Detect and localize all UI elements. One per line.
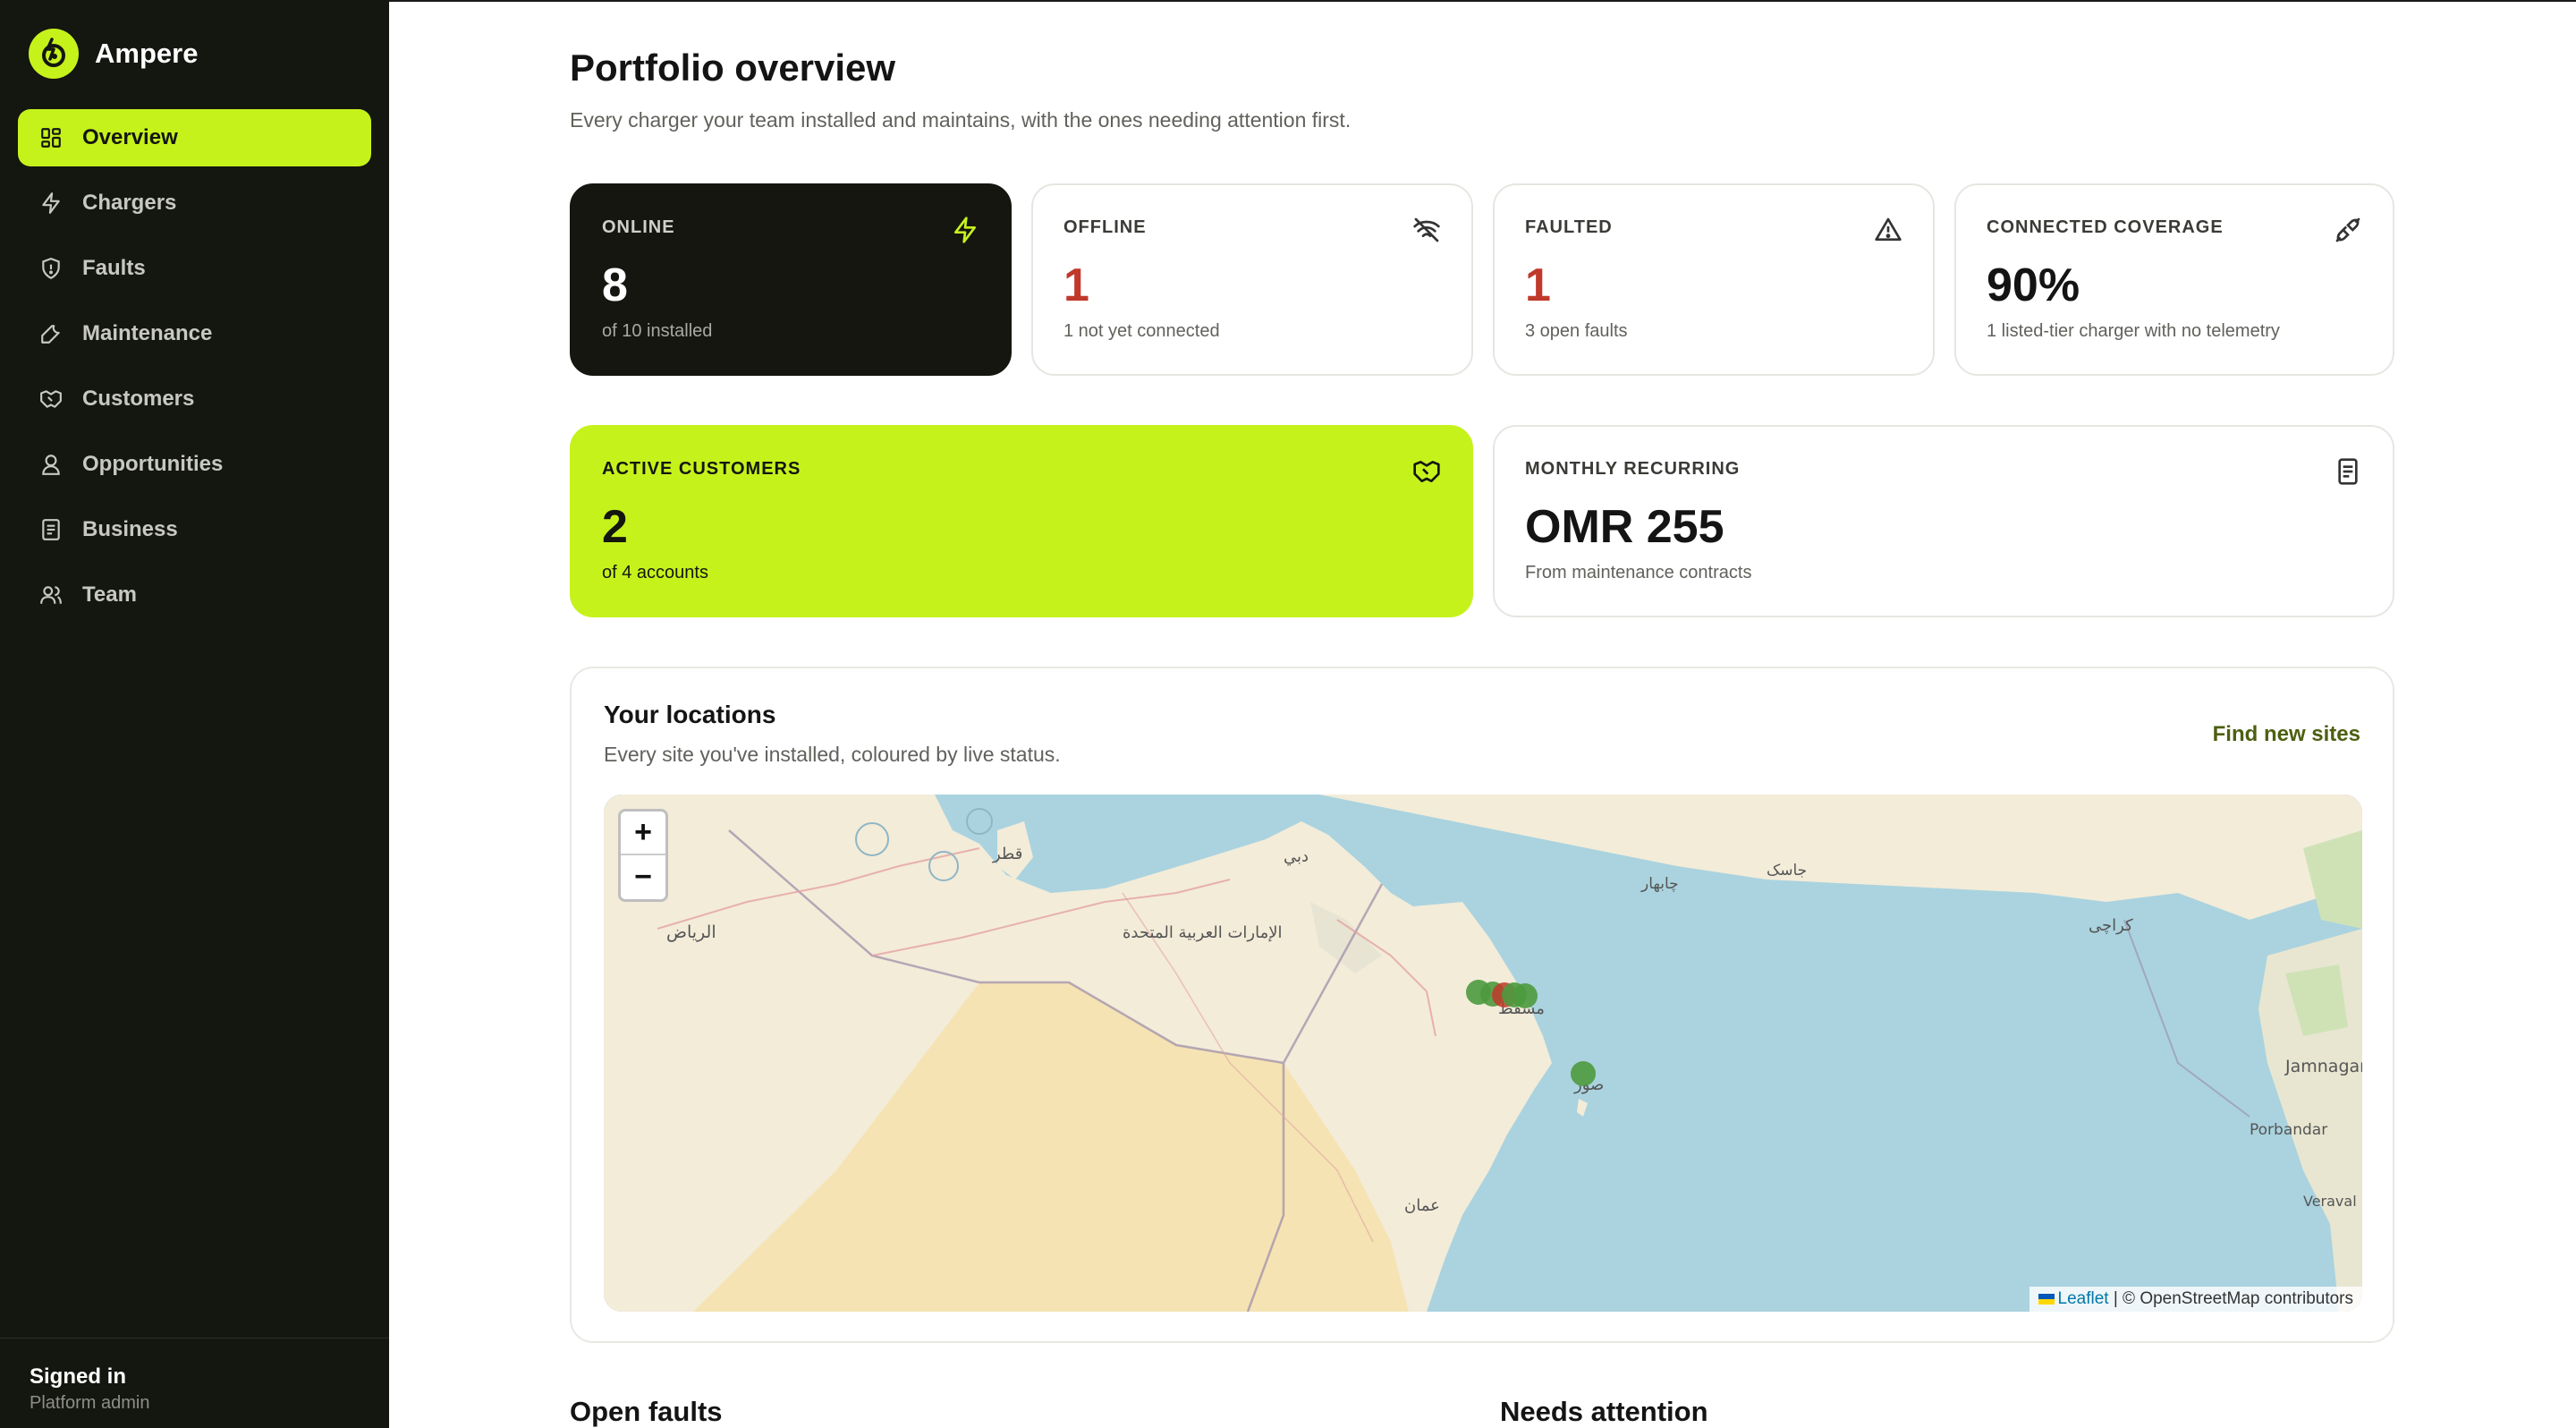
- sidebar-nav: Overview Chargers Faults Maintenance Cus…: [18, 109, 371, 632]
- stat-label: MONTHLY RECURRING: [1525, 459, 1741, 479]
- stat-value: 1: [1525, 259, 1551, 311]
- sidebar-item-chargers[interactable]: Chargers: [18, 174, 371, 232]
- stat-subtext: of 4 accounts: [602, 563, 708, 582]
- sidebar-item-label: Opportunities: [82, 452, 224, 476]
- find-new-sites-link[interactable]: Find new sites: [2213, 722, 2360, 747]
- map-label: الرياض: [666, 922, 716, 942]
- map-zoom-control: + −: [618, 809, 668, 902]
- ampere-logo-icon: [29, 29, 79, 79]
- page-subtitle: Every charger your team installed and ma…: [570, 108, 1352, 132]
- map-label: كراچی: [2089, 916, 2133, 935]
- sidebar-divider: [0, 1338, 389, 1339]
- wifi-off-icon: [1412, 216, 1441, 244]
- document-icon: [38, 516, 64, 543]
- map-label: Porbandar: [2250, 1121, 2327, 1139]
- bolt-icon: [951, 216, 979, 244]
- zoom-out-button[interactable]: −: [621, 855, 665, 899]
- needs-attention-heading: Needs attention: [1500, 1396, 1708, 1427]
- locations-map[interactable]: الرياض قطر الإمارات العربية المتحدة دبي …: [604, 795, 2362, 1312]
- site-marker-online: [1571, 1061, 1596, 1086]
- sidebar-item-label: Business: [82, 517, 178, 541]
- open-faults-heading: Open faults: [570, 1396, 723, 1427]
- sidebar-item-label: Faults: [82, 256, 146, 280]
- sidebar-item-label: Overview: [82, 125, 178, 149]
- sidebar-item-label: Team: [82, 582, 137, 607]
- stat-card-coverage[interactable]: CONNECTED COVERAGE 90% 1 listed-tier cha…: [1954, 183, 2394, 376]
- zoom-in-button[interactable]: +: [621, 812, 665, 855]
- sidebar-item-label: Chargers: [82, 191, 177, 215]
- map-label: عمان: [1404, 1196, 1440, 1215]
- stat-value: 2: [602, 501, 628, 553]
- handshake-icon: [38, 386, 64, 412]
- stat-card-faulted[interactable]: FAULTED 1 3 open faults: [1493, 183, 1935, 376]
- signed-in-label: Signed in: [30, 1364, 126, 1389]
- sidebar-item-faults[interactable]: Faults: [18, 240, 371, 297]
- osm-attribution-text: | © OpenStreetMap contributors: [2108, 1289, 2353, 1308]
- site-marker-online: [1513, 983, 1538, 1008]
- locations-card: Your locations Every site you've install…: [570, 667, 2394, 1343]
- sidebar-item-overview[interactable]: Overview: [18, 109, 371, 166]
- map-label: Veraval: [2303, 1193, 2357, 1210]
- grid-icon: [38, 124, 64, 151]
- brand[interactable]: Ampere: [29, 29, 198, 79]
- stat-subtext: 3 open faults: [1525, 321, 1628, 341]
- users-icon: [38, 582, 64, 608]
- sidebar-item-maintenance[interactable]: Maintenance: [18, 305, 371, 362]
- stat-card-active-customers[interactable]: ACTIVE CUSTOMERS 2 of 4 accounts: [570, 425, 1473, 617]
- page-title: Portfolio overview: [570, 47, 896, 89]
- sidebar-item-customers[interactable]: Customers: [18, 370, 371, 428]
- stat-subtext: From maintenance contracts: [1525, 563, 1752, 582]
- map-label: جاسک: [1767, 862, 1807, 880]
- map-attribution: Leaflet | © OpenStreetMap contributors: [2029, 1287, 2362, 1312]
- stat-subtext: 1 not yet connected: [1063, 321, 1220, 341]
- stat-label: CONNECTED COVERAGE: [1987, 217, 2224, 237]
- map-label: Jamnagar: [2284, 1057, 2362, 1076]
- stat-label: ACTIVE CUSTOMERS: [602, 459, 801, 479]
- sidebar-item-label: Maintenance: [82, 321, 213, 345]
- map-label: الإمارات العربية المتحدة: [1123, 923, 1283, 942]
- stat-value: 90%: [1987, 259, 2080, 311]
- stat-value: 1: [1063, 259, 1089, 311]
- bolt-icon: [38, 190, 64, 217]
- map-tiles: الرياض قطر الإمارات العربية المتحدة دبي …: [604, 795, 2362, 1312]
- signed-in-user[interactable]: Signed in Platform admin: [30, 1364, 150, 1414]
- stat-card-offline[interactable]: OFFLINE 1 1 not yet connected: [1031, 183, 1473, 376]
- map-label: دبي: [1284, 847, 1309, 866]
- sidebar-item-team[interactable]: Team: [18, 566, 371, 624]
- sidebar-item-label: Customers: [82, 387, 195, 411]
- stat-label: OFFLINE: [1063, 217, 1147, 237]
- stat-subtext: of 10 installed: [602, 321, 713, 341]
- stat-value: 8: [602, 259, 628, 311]
- document-icon: [2334, 457, 2362, 486]
- user-badge-icon: [38, 451, 64, 478]
- stat-label: ONLINE: [602, 217, 675, 237]
- sidebar-item-opportunities[interactable]: Opportunities: [18, 436, 371, 493]
- user-role: Platform admin: [30, 1393, 150, 1413]
- brand-name: Ampere: [95, 38, 199, 69]
- stat-card-online[interactable]: ONLINE 8 of 10 installed: [570, 183, 1012, 376]
- sidebar: Ampere Overview Chargers Faults Maintena…: [0, 0, 389, 1428]
- handshake-icon: [1412, 457, 1441, 486]
- warning-icon: [1874, 216, 1902, 244]
- map-label: قطر: [992, 845, 1022, 863]
- plug-icon: [2334, 216, 2362, 244]
- stat-subtext: 1 listed-tier charger with no telemetry: [1987, 321, 2280, 341]
- leaflet-link[interactable]: Leaflet: [2058, 1289, 2109, 1308]
- wrench-icon: [38, 320, 64, 347]
- shield-icon: [38, 255, 64, 282]
- stat-value: OMR 255: [1525, 501, 1724, 553]
- stat-label: FAULTED: [1525, 217, 1613, 237]
- sidebar-item-business[interactable]: Business: [18, 501, 371, 558]
- locations-subtitle: Every site you've installed, coloured by…: [604, 743, 1061, 766]
- stat-card-monthly-recurring[interactable]: MONTHLY RECURRING OMR 255 From maintenan…: [1493, 425, 2394, 617]
- map-label: چابهار: [1640, 875, 1679, 893]
- ukraine-flag-icon: [2038, 1293, 2055, 1305]
- locations-title: Your locations: [604, 701, 776, 728]
